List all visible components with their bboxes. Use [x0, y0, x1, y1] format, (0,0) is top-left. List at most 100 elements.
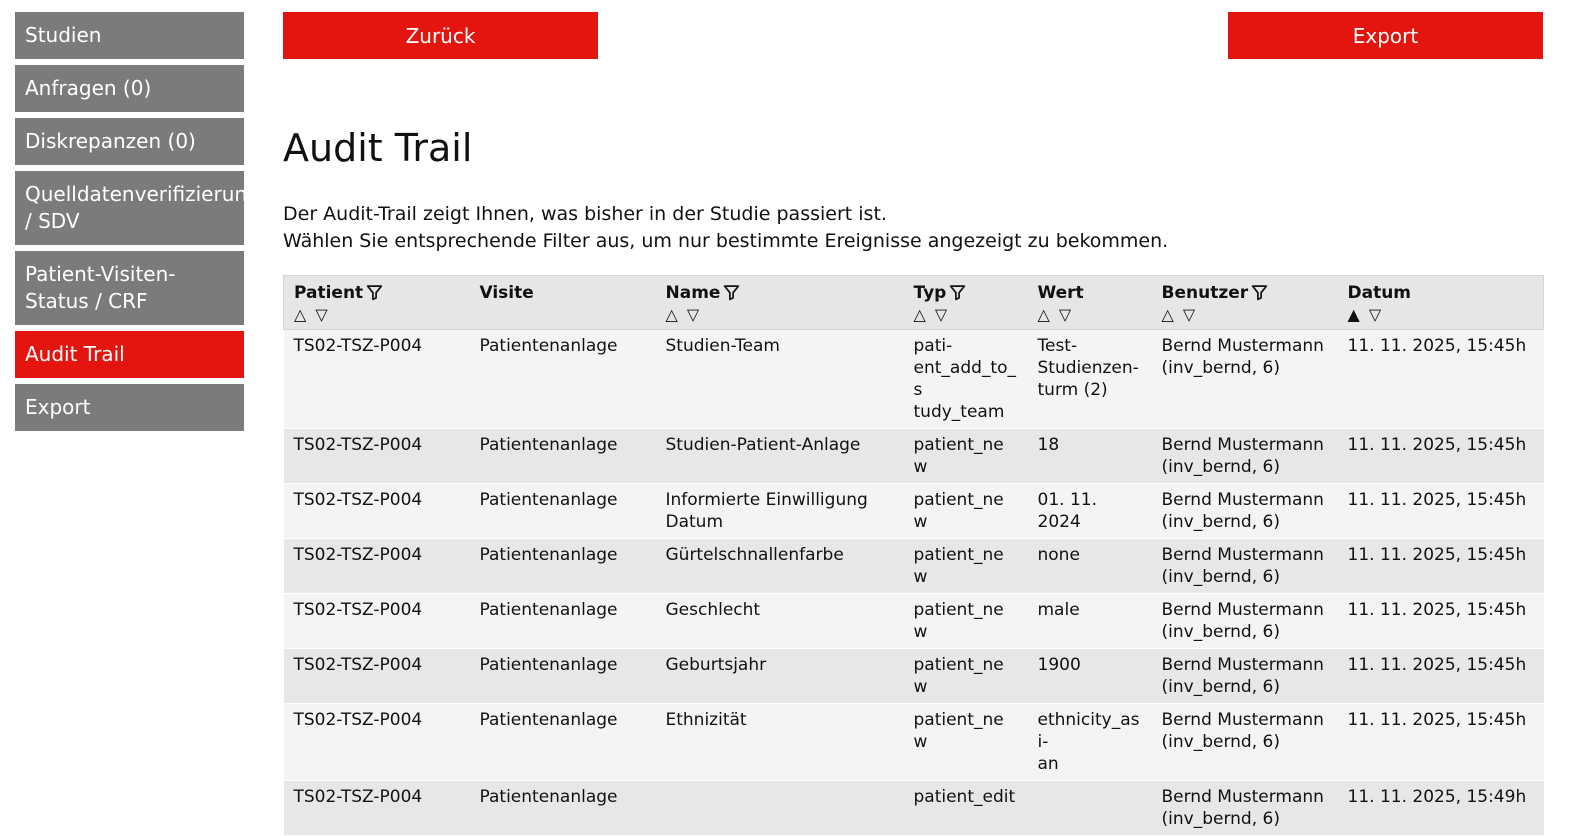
sidebar: Studien Anfragen (0) Diskrepanzen (0) Quell… [15, 12, 260, 437]
cell-datum: 11. 11. 2025, 15:45h [1347, 545, 1527, 565]
audit-trail-table-container: Patient △ ▽ Visite Name △ ▽ Typ △ ▽ Wert △ ▽ Benu… [283, 275, 1544, 836]
column-label: Name [665, 283, 721, 303]
sidebar-item-quelldatenverifizierung-sdv[interactable]: Quelldatenverifizierung / SDV [15, 171, 260, 245]
cell-datum: 11. 11. 2025, 15:45h [1347, 336, 1527, 356]
filter-icon[interactable] [1251, 284, 1268, 301]
cell-patient: TS02-TSZ-P004 [293, 655, 423, 675]
page-title: Audit Trail [283, 126, 473, 170]
cell-datum: 11. 11. 2025, 15:45h [1347, 655, 1527, 675]
filter-icon[interactable] [366, 284, 383, 301]
sort-arrows-icon[interactable]: △ ▽ [1162, 304, 1328, 326]
back-button[interactable]: Zurück [283, 12, 598, 59]
cell-visite: Patientenanlage [479, 600, 618, 620]
intro-line-1: Der Audit-Trail zeigt Ihnen, was bisher … [283, 203, 887, 225]
cell-patient: TS02-TSZ-P004 [293, 787, 423, 807]
sidebar-item-patient-visiten-status-crf[interactable]: Patient-Visiten- Status / CRF [15, 251, 244, 325]
column-label: Visite [479, 283, 534, 303]
cell-wert: Test- Studienzen- turm (2) [1037, 336, 1139, 400]
sidebar-item-export[interactable]: Export [15, 384, 244, 431]
cell-typ: patient_new [913, 490, 1004, 532]
cell-benutzer: Bernd Mustermann (inv_bernd, 6) [1161, 490, 1324, 532]
table-row: TS02-TSZ-P004 Patientenanlage Geschlecht pa… [283, 593, 1544, 649]
sort-arrows-icon[interactable]: ▲ ▽ [1348, 304, 1534, 326]
sidebar-item-diskrepanzen-0[interactable]: Diskrepanzen (0) [15, 118, 244, 165]
cell-benutzer: Bernd Mustermann (inv_bernd, 6) [1161, 787, 1324, 829]
cell-patient: TS02-TSZ-P004 [293, 710, 423, 730]
export-button[interactable]: Export [1228, 12, 1543, 59]
cell-name: Geschlecht [665, 600, 761, 620]
column-header-patient: Patient △ ▽ [284, 276, 470, 330]
table-header-row: Patient △ ▽ Visite Name △ ▽ Typ △ ▽ Wert △ ▽ Benu… [283, 275, 1544, 330]
table-row: TS02-TSZ-P004 Patientenanlage Ethnizität pa… [283, 703, 1544, 781]
column-label: Patient [294, 283, 364, 303]
cell-visite: Patientenanlage [479, 336, 618, 356]
column-label: Datum [1347, 283, 1412, 303]
column-header-name: Name △ ▽ [656, 276, 904, 330]
cell-benutzer: Bernd Mustermann (inv_bernd, 6) [1161, 545, 1324, 587]
table-row: TS02-TSZ-P004 Patientenanlage Studien-Team… [283, 329, 1544, 429]
cell-wert: 18 [1037, 435, 1060, 455]
cell-name: Geburtsjahr [665, 655, 767, 675]
cell-name: Informierte Einwilligung Datum [665, 490, 868, 532]
cell-wert: none [1037, 545, 1080, 565]
cell-visite: Patientenanlage [479, 710, 618, 730]
table-row: TS02-TSZ-P004 Patientenanlage Gürtelschnal… [283, 538, 1544, 594]
cell-datum: 11. 11. 2025, 15:45h [1347, 710, 1527, 730]
sort-arrows-icon[interactable]: △ ▽ [666, 304, 894, 326]
cell-typ: patient_new [913, 710, 1004, 752]
cell-patient: TS02-TSZ-P004 [293, 600, 423, 620]
column-label: Benutzer [1161, 283, 1249, 303]
filter-icon[interactable] [949, 284, 966, 301]
cell-visite: Patientenanlage [479, 435, 618, 455]
cell-patient: TS02-TSZ-P004 [293, 435, 423, 455]
cell-benutzer: Bernd Mustermann (inv_bernd, 6) [1161, 435, 1324, 477]
cell-datum: 11. 11. 2025, 15:49h [1347, 787, 1527, 807]
cell-benutzer: Bernd Mustermann (inv_bernd, 6) [1161, 710, 1324, 752]
cell-datum: 11. 11. 2025, 15:45h [1347, 490, 1527, 510]
column-header-wert: Wert △ ▽ [1028, 276, 1152, 330]
column-header-benutzer: Benutzer △ ▽ [1152, 276, 1338, 330]
cell-name: Gürtelschnallenfarbe [665, 545, 844, 565]
cell-wert: male [1037, 600, 1080, 620]
cell-typ: patient_edit [913, 787, 1016, 807]
sort-arrows-icon[interactable]: △ ▽ [914, 304, 1018, 326]
cell-typ: pati- ent_add_to_s tudy_team [913, 336, 1016, 422]
sort-arrows-icon[interactable]: △ ▽ [1038, 304, 1142, 326]
cell-name: Studien-Team [665, 336, 780, 356]
cell-typ: patient_new [913, 435, 1004, 477]
table-row: TS02-TSZ-P004 Patientenanlage Studien-Pati… [283, 428, 1544, 484]
cell-wert: 1900 [1037, 655, 1081, 675]
cell-patient: TS02-TSZ-P004 [293, 336, 423, 356]
cell-visite: Patientenanlage [479, 787, 618, 807]
sidebar-item-audit-trail[interactable]: Audit Trail [15, 331, 244, 378]
intro-line-2: Wählen Sie entsprechende Filter aus, um … [283, 230, 1169, 252]
sort-arrows-icon[interactable]: △ ▽ [294, 304, 460, 326]
cell-patient: TS02-TSZ-P004 [293, 545, 423, 565]
cell-typ: patient_new [913, 600, 1004, 642]
table-body: TS02-TSZ-P004 Patientenanlage Studien-Team… [283, 329, 1544, 836]
cell-typ: patient_new [913, 545, 1004, 587]
cell-name: Ethnizität [665, 710, 747, 730]
cell-datum: 11. 11. 2025, 15:45h [1347, 435, 1527, 455]
cell-visite: Patientenanlage [479, 545, 618, 565]
sidebar-item-anfragen-0[interactable]: Anfragen (0) [15, 65, 244, 112]
audit-trail-table: Patient △ ▽ Visite Name △ ▽ Typ △ ▽ Wert △ ▽ Benu… [283, 275, 1544, 836]
filter-icon[interactable] [723, 284, 740, 301]
cell-name [656, 781, 904, 836]
column-header-typ: Typ △ ▽ [904, 276, 1028, 330]
cell-benutzer: Bernd Mustermann (inv_bernd, 6) [1161, 336, 1324, 378]
column-header-visite: Visite [470, 276, 656, 330]
cell-wert: 01. 11. 2024 [1037, 490, 1097, 532]
cell-visite: Patientenanlage [479, 655, 618, 675]
table-row: TS02-TSZ-P004 Patientenanlage Geburtsjahr p… [283, 648, 1544, 704]
table-row: TS02-TSZ-P004 Patientenanlage Informierte … [283, 483, 1544, 539]
intro-text: Der Audit-Trail zeigt Ihnen, was bisher … [283, 201, 1168, 255]
sidebar-item-studien[interactable]: Studien [15, 12, 244, 59]
cell-visite: Patientenanlage [479, 490, 618, 510]
cell-wert [1028, 781, 1152, 836]
column-label: Wert [1037, 283, 1084, 303]
table-row: TS02-TSZ-P004 Patientenanlage patient_edit… [283, 780, 1544, 836]
cell-benutzer: Bernd Mustermann (inv_bernd, 6) [1161, 600, 1324, 642]
cell-name: Studien-Patient-Anlage [665, 435, 861, 455]
column-header-datum: Datum ▲ ▽ [1338, 276, 1544, 330]
